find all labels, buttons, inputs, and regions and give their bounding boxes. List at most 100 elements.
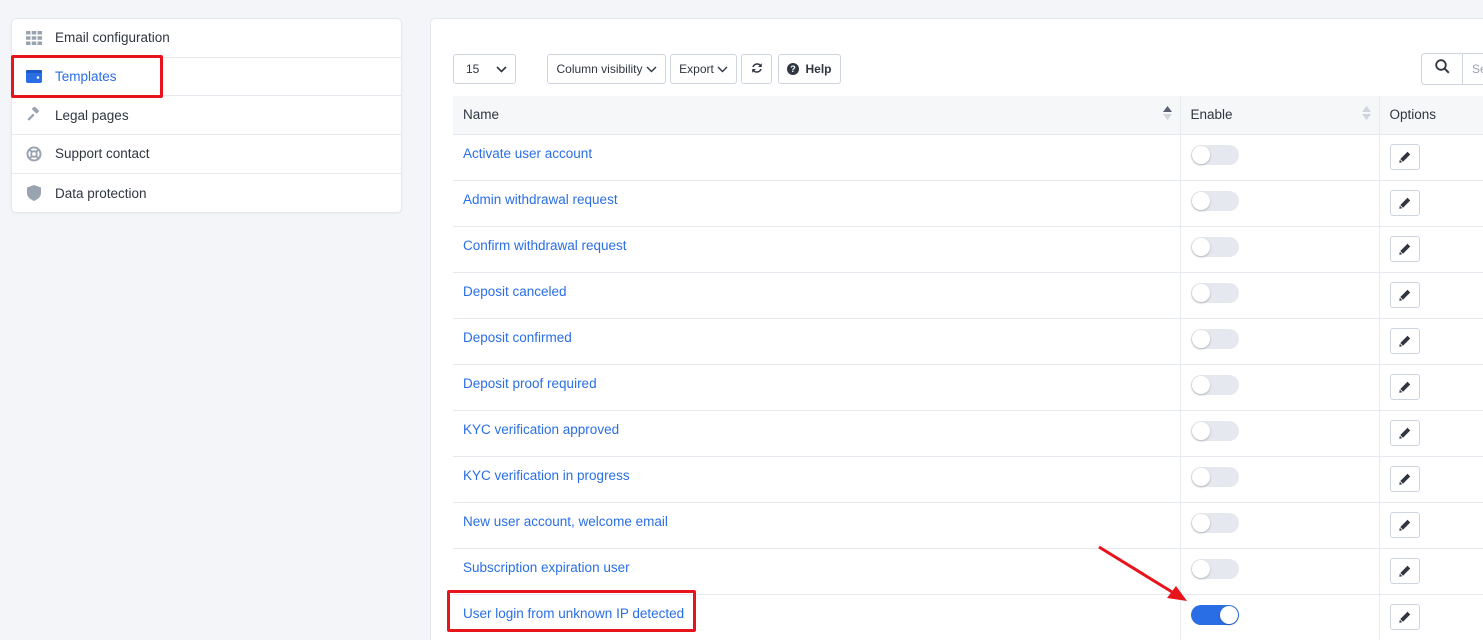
toggle-knob (1191, 191, 1210, 210)
toggle-knob (1191, 329, 1210, 348)
enable-toggle[interactable] (1190, 420, 1239, 441)
edit-button[interactable] (1389, 557, 1420, 584)
search-input[interactable]: Se (1462, 53, 1483, 85)
wallet-icon (25, 68, 43, 86)
toggle-knob (1191, 145, 1210, 164)
enable-toggle[interactable] (1190, 466, 1239, 487)
gavel-icon (25, 106, 43, 124)
export-label: Export (679, 62, 714, 76)
enable-toggle[interactable] (1190, 558, 1239, 579)
table-row: Confirm withdrawal request (453, 226, 1483, 273)
template-name-link[interactable]: KYC verification approved (453, 410, 1180, 457)
sidebar-item-templates[interactable]: Templates (12, 58, 401, 97)
template-name-link[interactable]: KYC verification in progress (453, 456, 1180, 503)
column-header-enable[interactable]: Enable (1179, 96, 1379, 135)
enable-cell (1179, 134, 1379, 181)
edit-button[interactable] (1389, 465, 1420, 492)
table-row: KYC verification approved (453, 410, 1483, 457)
templates-table: Name Enable Options Activate user accoun… (453, 96, 1483, 640)
options-cell (1378, 272, 1483, 319)
sidebar-item-data-protection[interactable]: Data protection (12, 174, 401, 213)
enable-toggle[interactable] (1190, 144, 1239, 165)
column-visibility-button[interactable]: Column visibility (547, 54, 666, 84)
grid-icon (25, 29, 43, 47)
toggle-knob (1191, 421, 1210, 440)
options-cell (1378, 318, 1483, 365)
pencil-icon (1398, 151, 1411, 163)
sidebar-item-email-configuration[interactable]: Email configuration (12, 19, 401, 58)
help-button[interactable]: ? Help (778, 54, 841, 84)
svg-text:?: ? (791, 64, 797, 74)
enable-cell (1179, 318, 1379, 365)
template-name-link[interactable]: Deposit canceled (453, 272, 1180, 319)
chevron-down-icon (496, 62, 507, 76)
refresh-button[interactable] (741, 54, 772, 84)
edit-button[interactable] (1389, 603, 1420, 630)
enable-cell (1179, 502, 1379, 549)
column-header-name[interactable]: Name (453, 96, 1180, 135)
enable-toggle[interactable] (1190, 512, 1239, 533)
options-cell (1378, 502, 1483, 549)
enable-cell (1179, 180, 1379, 227)
template-name-link[interactable]: Deposit confirmed (453, 318, 1180, 365)
page-length-select[interactable]: 15 (453, 54, 516, 84)
column-header-label: Options (1389, 107, 1437, 123)
edit-button[interactable] (1389, 511, 1420, 538)
table-row: Activate user account (453, 134, 1483, 181)
export-button[interactable]: Export (670, 54, 737, 84)
edit-button[interactable] (1389, 143, 1420, 170)
template-name-link[interactable]: New user account, welcome email (453, 502, 1180, 549)
table-row: User login from unknown IP detected (453, 594, 1483, 640)
enable-toggle[interactable] (1190, 282, 1239, 303)
sidebar-item-support-contact[interactable]: Support contact (12, 135, 401, 174)
edit-button[interactable] (1389, 373, 1420, 400)
enable-toggle[interactable] (1190, 328, 1239, 349)
page-length-value: 15 (466, 62, 480, 76)
enable-toggle[interactable] (1190, 374, 1239, 395)
enable-cell (1179, 456, 1379, 503)
edit-button[interactable] (1389, 189, 1420, 216)
pencil-icon (1398, 611, 1411, 623)
enable-cell (1179, 226, 1379, 273)
template-name-link[interactable]: Deposit proof required (453, 364, 1180, 411)
search-icon (1434, 59, 1450, 79)
template-name-link[interactable]: User login from unknown IP detected (453, 594, 1180, 640)
toggle-knob (1191, 375, 1210, 394)
sort-ascending-icon (1162, 106, 1172, 120)
options-cell (1378, 364, 1483, 411)
chevron-down-icon (646, 62, 657, 76)
pencil-icon (1398, 473, 1411, 485)
edit-button[interactable] (1389, 235, 1420, 262)
sidebar-item-label: Email configuration (55, 30, 170, 46)
pencil-icon (1398, 519, 1411, 531)
table-row: New user account, welcome email (453, 502, 1483, 549)
enable-toggle[interactable] (1190, 190, 1239, 211)
column-visibility-label: Column visibility (556, 62, 643, 76)
edit-button[interactable] (1389, 419, 1420, 446)
options-cell (1378, 226, 1483, 273)
question-circle-icon: ? (787, 63, 800, 75)
templates-table-card: 15 Column visibility Export ? Help S Nam… (430, 18, 1483, 640)
edit-button[interactable] (1389, 327, 1420, 354)
enable-toggle[interactable] (1190, 604, 1239, 625)
sidebar-item-legal-pages[interactable]: Legal pages (12, 96, 401, 136)
enable-cell (1179, 594, 1379, 640)
table-row: Subscription expiration user (453, 548, 1483, 595)
template-name-link[interactable]: Admin withdrawal request (453, 180, 1180, 227)
enable-toggle[interactable] (1190, 236, 1239, 257)
sort-icon (1361, 106, 1371, 120)
options-cell (1378, 548, 1483, 595)
edit-button[interactable] (1389, 281, 1420, 308)
template-name-link[interactable]: Subscription expiration user (453, 548, 1180, 595)
pencil-icon (1398, 243, 1411, 255)
table-row: KYC verification in progress (453, 456, 1483, 503)
enable-cell (1179, 364, 1379, 411)
sidebar-item-label: Data protection (55, 185, 147, 201)
template-name-link[interactable]: Confirm withdrawal request (453, 226, 1180, 273)
search-button[interactable] (1421, 53, 1463, 85)
options-cell (1378, 410, 1483, 457)
toggle-knob (1191, 467, 1210, 486)
table-row: Deposit proof required (453, 364, 1483, 411)
template-name-link[interactable]: Activate user account (453, 134, 1180, 181)
chevron-down-icon (717, 62, 728, 76)
